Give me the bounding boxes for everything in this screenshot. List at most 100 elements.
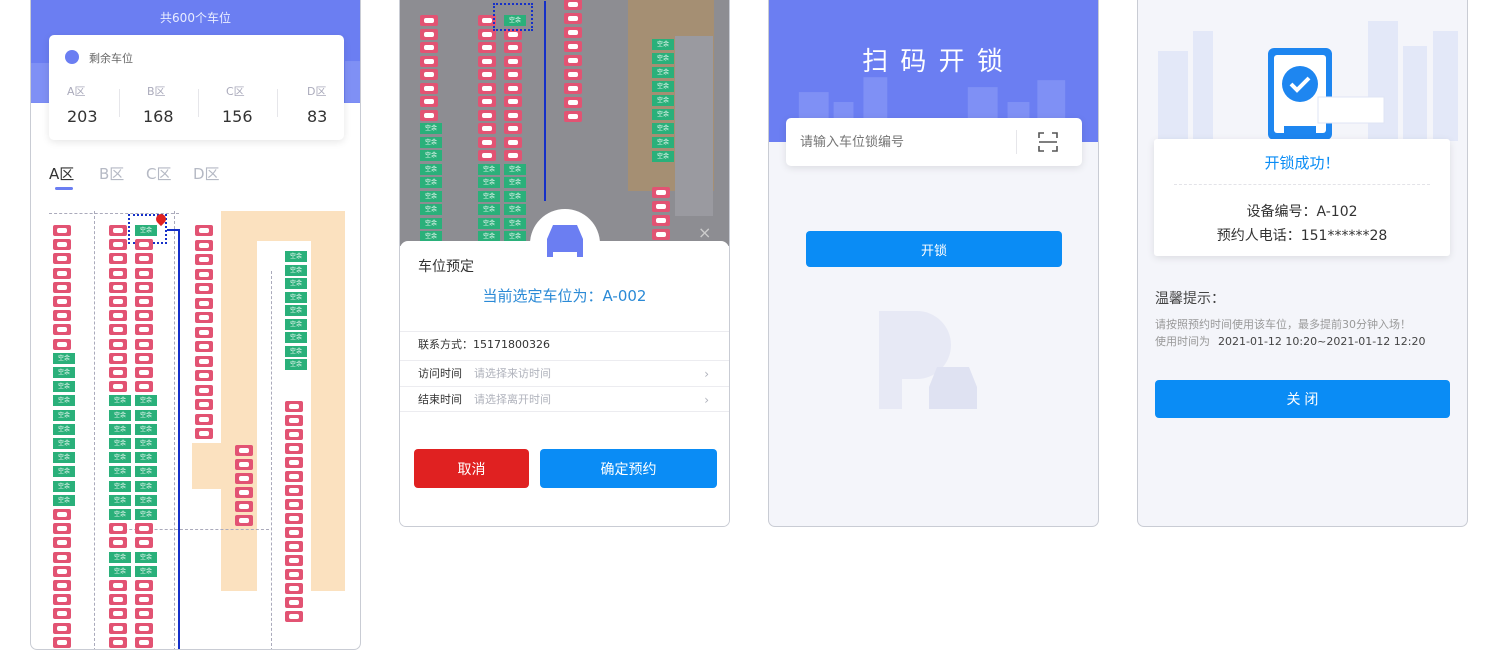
occupied-parking-space[interactable] bbox=[109, 296, 127, 307]
occupied-parking-space[interactable] bbox=[53, 310, 71, 322]
occupied-parking-space[interactable] bbox=[420, 42, 438, 53]
close-icon[interactable]: × bbox=[698, 223, 711, 242]
occupied-parking-space[interactable] bbox=[478, 42, 496, 53]
occupied-parking-space[interactable] bbox=[195, 312, 213, 323]
occupied-parking-space[interactable] bbox=[478, 109, 496, 121]
cancel-button[interactable]: 取消 bbox=[414, 449, 529, 488]
occupied-parking-space[interactable] bbox=[53, 580, 71, 591]
occupied-parking-space[interactable] bbox=[109, 239, 127, 251]
free-parking-space[interactable]: 空余 bbox=[420, 204, 442, 215]
occupied-parking-space[interactable] bbox=[504, 69, 522, 80]
free-parking-space[interactable]: 空余 bbox=[53, 466, 75, 478]
occupied-parking-space[interactable] bbox=[135, 296, 153, 307]
occupied-parking-space[interactable] bbox=[109, 636, 127, 648]
occupied-parking-space[interactable] bbox=[53, 225, 71, 236]
occupied-parking-space[interactable] bbox=[285, 415, 303, 426]
occupied-parking-space[interactable] bbox=[109, 281, 127, 293]
occupied-parking-space[interactable] bbox=[652, 201, 670, 212]
occupied-parking-space[interactable] bbox=[135, 267, 153, 279]
occupied-parking-space[interactable] bbox=[109, 608, 127, 620]
free-parking-space[interactable]: 空余 bbox=[420, 123, 442, 134]
occupied-parking-space[interactable] bbox=[109, 267, 127, 279]
occupied-parking-space[interactable] bbox=[53, 523, 71, 535]
free-parking-space[interactable]: 空余 bbox=[109, 565, 131, 577]
occupied-parking-space[interactable] bbox=[504, 42, 522, 53]
occupied-parking-space[interactable] bbox=[135, 608, 153, 620]
occupied-parking-space[interactable] bbox=[195, 399, 213, 410]
free-parking-space[interactable]: 空余 bbox=[109, 509, 131, 520]
occupied-parking-space[interactable] bbox=[504, 150, 522, 161]
occupied-parking-space[interactable] bbox=[53, 551, 71, 563]
free-parking-space[interactable]: 空余 bbox=[53, 452, 75, 464]
occupied-parking-space[interactable] bbox=[285, 401, 303, 412]
tab-zone-a[interactable]: A区 bbox=[49, 163, 74, 184]
occupied-parking-space[interactable] bbox=[235, 515, 253, 526]
occupied-parking-space[interactable] bbox=[195, 384, 213, 396]
occupied-parking-space[interactable] bbox=[195, 428, 213, 439]
occupied-parking-space[interactable] bbox=[652, 215, 670, 226]
free-parking-space[interactable]: 空余 bbox=[504, 217, 526, 229]
occupied-parking-space[interactable] bbox=[109, 381, 127, 393]
occupied-parking-space[interactable] bbox=[53, 239, 71, 251]
free-parking-space[interactable]: 空余 bbox=[285, 291, 307, 303]
occupied-parking-space[interactable] bbox=[478, 82, 496, 94]
free-parking-space[interactable]: 空余 bbox=[285, 278, 307, 289]
free-parking-space[interactable]: 空余 bbox=[135, 452, 157, 464]
tab-zone-d[interactable]: D区 bbox=[193, 163, 220, 184]
occupied-parking-space[interactable] bbox=[478, 96, 496, 107]
free-parking-space[interactable]: 空余 bbox=[53, 438, 75, 449]
occupied-parking-space[interactable] bbox=[504, 136, 522, 148]
occupied-parking-space[interactable] bbox=[285, 513, 303, 524]
occupied-parking-space[interactable] bbox=[420, 55, 438, 67]
free-parking-space[interactable]: 空余 bbox=[109, 423, 131, 435]
occupied-parking-space[interactable] bbox=[109, 594, 127, 606]
occupied-parking-space[interactable] bbox=[135, 537, 153, 549]
free-parking-space[interactable]: 空余 bbox=[53, 381, 75, 393]
occupied-parking-space[interactable] bbox=[420, 109, 438, 121]
occupied-parking-space[interactable] bbox=[135, 324, 153, 336]
occupied-parking-space[interactable] bbox=[504, 109, 522, 121]
free-parking-space[interactable]: 空余 bbox=[420, 163, 442, 175]
free-parking-space[interactable]: 空余 bbox=[504, 190, 526, 202]
free-parking-space[interactable]: 空余 bbox=[652, 137, 674, 148]
occupied-parking-space[interactable] bbox=[53, 509, 71, 520]
occupied-parking-space[interactable] bbox=[195, 297, 213, 309]
free-parking-space[interactable]: 空余 bbox=[652, 39, 674, 50]
occupied-parking-space[interactable] bbox=[285, 457, 303, 468]
occupied-parking-space[interactable] bbox=[53, 296, 71, 307]
occupied-parking-space[interactable] bbox=[285, 443, 303, 454]
occupied-parking-space[interactable] bbox=[135, 580, 153, 591]
occupied-parking-space[interactable] bbox=[195, 413, 213, 425]
occupied-parking-space[interactable] bbox=[285, 611, 303, 622]
free-parking-space[interactable]: 空余 bbox=[109, 452, 131, 464]
occupied-parking-space[interactable] bbox=[235, 501, 253, 512]
occupied-parking-space[interactable] bbox=[478, 123, 496, 134]
free-parking-space[interactable]: 空余 bbox=[135, 565, 157, 577]
occupied-parking-space[interactable] bbox=[53, 565, 71, 577]
occupied-parking-space[interactable] bbox=[195, 268, 213, 280]
scan-icon[interactable] bbox=[1038, 132, 1058, 152]
free-parking-space[interactable]: 空余 bbox=[285, 264, 307, 276]
free-parking-space[interactable]: 空余 bbox=[109, 494, 131, 506]
occupied-parking-space[interactable] bbox=[478, 136, 496, 148]
occupied-parking-space[interactable] bbox=[478, 55, 496, 67]
unlock-button[interactable]: 开锁 bbox=[806, 231, 1062, 267]
lock-code-input[interactable] bbox=[800, 130, 1010, 154]
occupied-parking-space[interactable] bbox=[109, 352, 127, 364]
free-parking-space[interactable]: 空余 bbox=[652, 109, 674, 120]
free-parking-space[interactable]: 空余 bbox=[53, 494, 75, 506]
occupied-parking-space[interactable] bbox=[564, 111, 582, 122]
free-parking-space[interactable]: 空余 bbox=[135, 466, 157, 478]
free-parking-space[interactable]: 空余 bbox=[53, 423, 75, 435]
occupied-parking-space[interactable] bbox=[135, 281, 153, 293]
free-parking-space[interactable]: 空余 bbox=[109, 466, 131, 478]
close-button[interactable]: 关 闭 bbox=[1155, 380, 1450, 418]
occupied-parking-space[interactable] bbox=[195, 239, 213, 251]
occupied-parking-space[interactable] bbox=[420, 28, 438, 40]
free-parking-space[interactable]: 空余 bbox=[285, 251, 307, 262]
occupied-parking-space[interactable] bbox=[504, 82, 522, 94]
free-parking-space[interactable]: 空余 bbox=[53, 480, 75, 492]
occupied-parking-space[interactable] bbox=[195, 283, 213, 294]
occupied-parking-space[interactable] bbox=[420, 82, 438, 94]
free-parking-space[interactable]: 空余 bbox=[285, 345, 307, 357]
